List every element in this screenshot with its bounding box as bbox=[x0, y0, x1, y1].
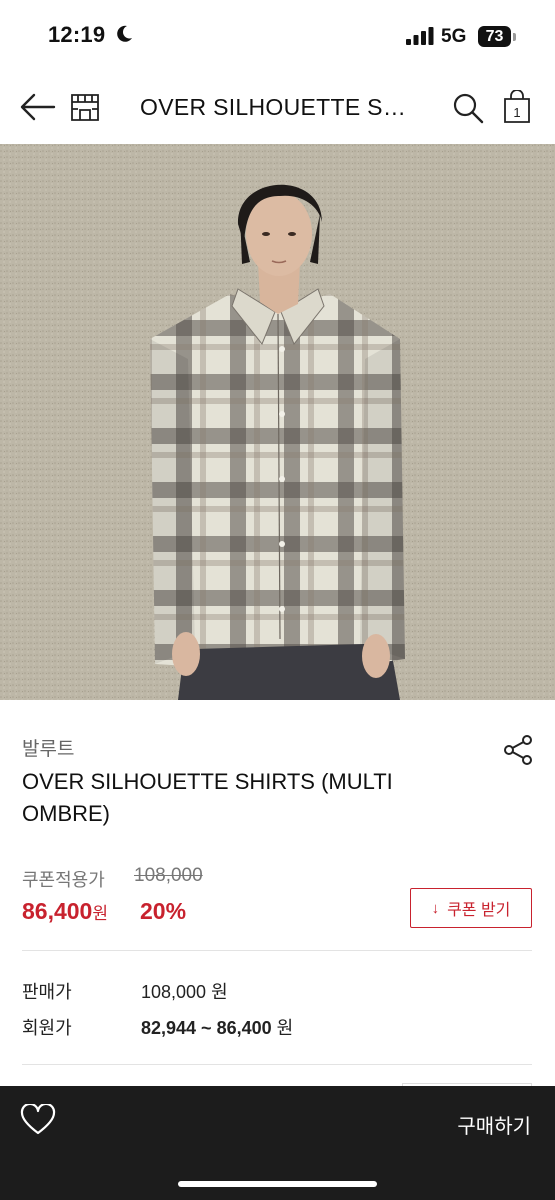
signal-icon bbox=[406, 27, 434, 45]
discount-rate: 20% bbox=[140, 898, 187, 924]
list-price-label: 판매가 bbox=[22, 982, 72, 1002]
list-price-unit: 원 bbox=[211, 982, 228, 1002]
cart-button[interactable]: 1 bbox=[502, 89, 532, 124]
cart-count: 1 bbox=[513, 105, 520, 120]
product-name: OVER SILHOUETTE SHIRTS (MULTI OMBRE) bbox=[22, 769, 393, 826]
divider bbox=[22, 950, 532, 951]
network-label: 5G bbox=[441, 26, 467, 47]
product-photo bbox=[0, 144, 555, 700]
get-coupon-label: 쿠폰 받기 bbox=[447, 902, 511, 919]
original-price: 108,000 bbox=[134, 865, 203, 886]
coupon-price-label: 쿠폰적용가 bbox=[22, 870, 105, 890]
search-icon[interactable] bbox=[452, 92, 484, 124]
page-title: OVER SILHOUETTE SHIRTS (MULTI OMBRE) bbox=[140, 94, 415, 120]
buy-button[interactable]: 구매하기 bbox=[457, 1110, 531, 1139]
list-price-amount: 108,000 bbox=[141, 982, 207, 1002]
bottom-action-bar: 구매하기 bbox=[0, 1086, 555, 1200]
get-coupon-button[interactable]: ↓ 쿠폰 받기 bbox=[410, 888, 532, 928]
member-price-value: 82,944 ~ 86,400 원 bbox=[141, 1014, 293, 1040]
list-price-value: 108,000 원 bbox=[141, 978, 228, 1004]
divider bbox=[22, 1064, 532, 1065]
shopping-bag-icon: 1 bbox=[504, 89, 530, 123]
brand-name[interactable]: 발루트 bbox=[22, 734, 74, 761]
status-time: 12:19 bbox=[48, 22, 106, 47]
moon-icon bbox=[117, 25, 132, 42]
battery-icon: 73 bbox=[478, 26, 518, 48]
member-price-amount: 82,944 ~ 86,400 bbox=[141, 1018, 272, 1038]
download-icon: ↓ bbox=[431, 899, 440, 917]
product-image[interactable] bbox=[0, 144, 555, 700]
battery-level: 73 bbox=[485, 28, 504, 45]
status-bar: 12:19 5G 73 bbox=[0, 0, 555, 72]
sale-price: 86,400원 bbox=[22, 898, 108, 925]
store-icon[interactable] bbox=[70, 92, 100, 122]
sale-price-unit: 원 bbox=[92, 904, 108, 923]
home-indicator bbox=[178, 1181, 377, 1187]
back-arrow-icon[interactable] bbox=[20, 92, 56, 122]
member-price-unit: 원 bbox=[276, 1018, 294, 1038]
heart-icon[interactable] bbox=[20, 1104, 56, 1136]
member-price-label: 회원가 bbox=[22, 1018, 72, 1038]
top-nav: OVER SILHOUETTE SHIRTS (MULTI OMBRE) 1 bbox=[0, 72, 555, 144]
sale-price-value: 86,400 bbox=[22, 898, 93, 924]
share-icon[interactable] bbox=[502, 734, 534, 766]
